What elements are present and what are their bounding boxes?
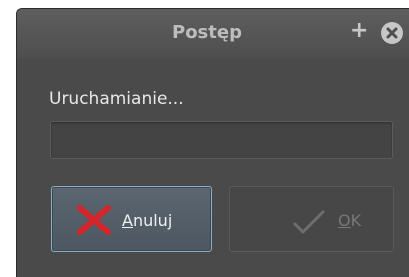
- ok-label-rest: K: [350, 211, 362, 230]
- close-icon[interactable]: [381, 22, 403, 44]
- window-title: Postęp: [172, 22, 242, 43]
- cancel-label-rest: nuluj: [132, 211, 173, 230]
- ok-mnemonic: O: [338, 211, 351, 230]
- cancel-button[interactable]: Anuluj: [51, 186, 212, 252]
- cancel-button-label: Anuluj: [122, 211, 172, 230]
- cancel-x-icon: [76, 205, 112, 239]
- status-label: Uruchamianie...: [49, 89, 184, 109]
- progress-dialog: Postęp + Uruchamianie... Anuluj OK: [16, 8, 409, 277]
- ok-button[interactable]: OK: [229, 186, 394, 252]
- progress-bar: [50, 121, 393, 159]
- ok-button-label: OK: [338, 211, 361, 230]
- plus-icon[interactable]: +: [350, 18, 368, 43]
- title-bar[interactable]: Postęp +: [17, 9, 409, 59]
- checkmark-icon: [292, 209, 326, 239]
- cancel-mnemonic: A: [122, 211, 133, 230]
